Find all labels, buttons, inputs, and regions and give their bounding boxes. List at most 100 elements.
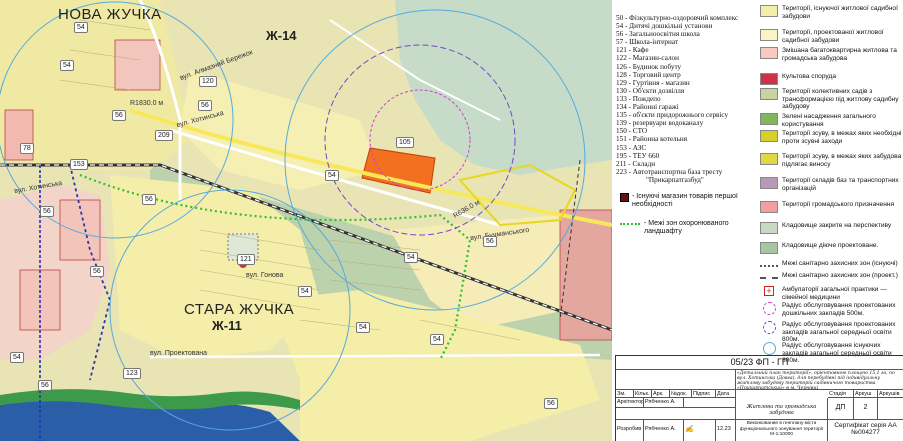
object-code-item: 211 - Склади [616, 159, 656, 168]
object-code-item: 121 - Кафе [616, 46, 649, 55]
legend-label: Території громадського призначення [782, 201, 895, 208]
object-number: 54 [10, 352, 24, 363]
object-code-item: "Прикарпатгазбуд" [646, 175, 704, 184]
signature-cell [684, 398, 736, 408]
legend-swatch [760, 130, 778, 142]
legend-swatch: + [764, 286, 774, 296]
object-number: 209 [155, 130, 173, 141]
object-number: 56 [544, 398, 558, 409]
legend-label: Території зсуву, в межах яких забудова п… [782, 153, 902, 168]
shop-icon [620, 193, 629, 202]
legend-swatch [760, 177, 778, 189]
object-code-item: 133 - Пождепо [616, 94, 661, 103]
object-number: 56 [38, 380, 52, 391]
object-number: 56 [483, 236, 497, 247]
object-code-item: 135 - об'єкти придорожнього сервісу [616, 111, 729, 120]
header-cell: Кільк. [634, 390, 652, 398]
shop-legend-label: - Існуючі магазин товарів першої необхід… [632, 193, 738, 208]
blank-cell [616, 408, 736, 420]
name-cell: Рябченко А. [644, 420, 684, 441]
legend-swatch [760, 113, 778, 125]
legend-label: Зелені насадження загального користуванн… [782, 113, 876, 128]
bottom-text: Виконкование в генплану міста функціонал… [736, 420, 828, 441]
legend-label: Межі санітарно захисних зон (проект.) [782, 272, 898, 279]
legend-swatch [760, 153, 778, 165]
legend-swatch [760, 222, 778, 234]
object-code-item: 151 - Районна котельня [616, 135, 688, 144]
object-code-item: 129 - Гуртівня - магазин [616, 78, 690, 87]
legend-swatch [760, 5, 778, 17]
object-number: 123 [123, 368, 141, 379]
legend-label: Культова споруда [782, 73, 837, 80]
district-label: НОВА ЖУЧКА [58, 6, 162, 23]
object-number: 54 [74, 22, 88, 33]
zone-label: Ж-14 [266, 28, 297, 43]
street-label: вул. Гонова [246, 272, 284, 279]
legend-label: Території складів баз та транспортних ор… [782, 177, 899, 192]
col-label: Аркуш [854, 390, 878, 398]
header-cell: Арк. [652, 390, 670, 398]
zone-label: Ж-11 [212, 318, 242, 333]
blank-cell [616, 370, 736, 390]
object-number: 105 [396, 137, 414, 148]
col-label: Аркушів [878, 390, 903, 398]
master-plan-map[interactable]: НОВА ЖУЧКА СТАРА ЖУЧКА Ж-14 Ж-11 вул. Ал… [0, 0, 612, 441]
object-code-item: 122 - Магазин-салон [616, 54, 679, 63]
legend-label: Території, існуючої житлової садибної за… [782, 5, 898, 20]
street-label: вул. Проектована [150, 350, 208, 357]
legend-swatch [760, 242, 778, 254]
legend-label: Амбулаторії загальної практики — сімейно… [782, 286, 887, 301]
legend-label: Радіус обслуговування проектованих дошкі… [782, 302, 896, 317]
legend-label: Території колективних садів з трансформа… [782, 88, 899, 111]
header-cell: Зм. [616, 390, 634, 398]
mixed-block [114, 39, 161, 91]
legend-swatch [763, 342, 776, 355]
map-drawing [0, 0, 612, 441]
header-cell: Дата [716, 390, 736, 398]
landscape-legend-label: - Межі зон охоронюваного ландшафту [644, 220, 729, 235]
object-code-item: 130 - Об'єкти дозвілля [616, 86, 685, 95]
certificate: Сертифікат серія АА №004277 [828, 420, 903, 441]
object-number: 121 [237, 254, 255, 265]
object-code-item: 54 - Дитячі дошкільні установи [616, 22, 713, 31]
legend-label: Кладовище діюче проектоване. [782, 242, 879, 249]
col-label: Стадія [828, 390, 854, 398]
role-cell: Архітектор [616, 398, 644, 408]
radius-label: R1830.0 м [130, 100, 164, 107]
mixed-block [59, 199, 101, 261]
header-cell: №док. [670, 390, 692, 398]
legend-swatch [760, 73, 778, 85]
object-code-item: 126 - Будинок побуту [616, 62, 682, 71]
sheet-value: 2 [854, 398, 878, 420]
legend-label: Межі санітарно захисних зон (існуючі) [782, 260, 898, 267]
object-number: 54 [404, 252, 418, 263]
sheet-title: Житлова та громадська забудова [736, 398, 828, 420]
object-code-item: 134 - Районні гаражі [616, 103, 679, 112]
object-code-item: 223 - Автотранспортна база тресту [616, 167, 723, 176]
legend-swatch [760, 265, 778, 267]
object-number: 54 [298, 286, 312, 297]
legend-swatch [763, 302, 776, 315]
object-number: 54 [60, 60, 74, 71]
housing-zh14 [180, 70, 380, 190]
legend-label: Кладовище закрите на перспективу [782, 222, 892, 229]
object-codes-list: 50 - Фізкультурно-оздоровчий комплекс 54 … [616, 14, 756, 184]
object-number: 56 [112, 110, 126, 121]
project-description: «Детальний план території», орієнтовною … [736, 370, 903, 390]
signature: ✍ [684, 420, 716, 441]
project-code: 05/23 ФП - ГП [616, 356, 903, 370]
legend-label: Радіус обслуговування проектованих закла… [782, 321, 896, 344]
object-number: 78 [20, 143, 34, 154]
object-code-item: 50 - Фізкультурно-оздоровчий комплекс [616, 14, 739, 22]
legend-swatch [760, 201, 778, 213]
object-number: 56 [142, 194, 156, 205]
object-code-item: 153 - АЗС [616, 143, 647, 152]
object-code-item: 57 - Школа-інтернат [616, 38, 678, 47]
legend-swatch [760, 47, 778, 59]
object-number: 153 [70, 159, 88, 170]
legend-swatch [760, 29, 778, 41]
legend-swatch [760, 88, 778, 100]
legend-swatch [760, 277, 778, 279]
object-number: 54 [430, 334, 444, 345]
object-number: 56 [90, 266, 104, 277]
